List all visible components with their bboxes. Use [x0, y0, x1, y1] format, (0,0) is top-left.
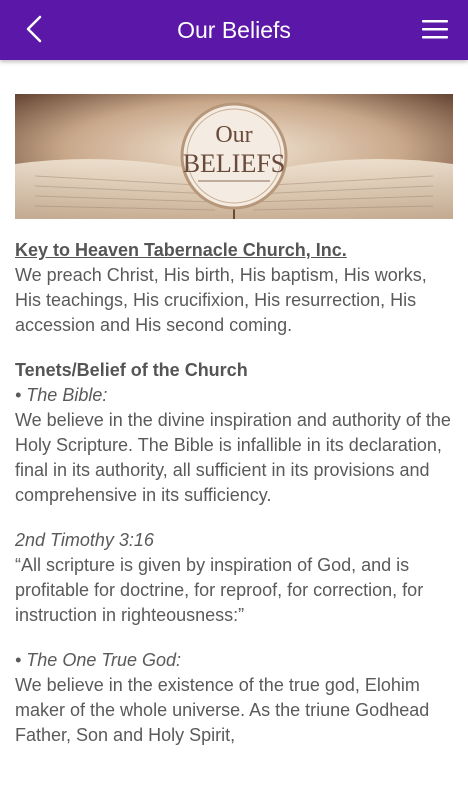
- app-header: Our Beliefs: [0, 0, 468, 60]
- scripture-reference: 2nd Timothy 3:16: [15, 530, 154, 550]
- tenet-title-bible: • The Bible:: [15, 385, 108, 405]
- back-button[interactable]: [22, 14, 46, 44]
- tenet-title-one-true-god: • The One True God:: [15, 650, 182, 670]
- beliefs-banner-image: Our BELIEFS: [15, 94, 453, 219]
- tenets-heading: Tenets/Belief of the Church: [15, 360, 248, 380]
- page-title: Our Beliefs: [177, 16, 291, 43]
- tenet-text-bible: We believe in the divine inspiration and…: [15, 410, 451, 505]
- chevron-left-icon: [26, 15, 42, 43]
- banner-logo-line2: BELIEFS: [183, 149, 286, 178]
- tenet-text-one-true-god: We believe in the existence of the true …: [15, 675, 430, 745]
- banner-logo-line1: Our: [215, 122, 252, 148]
- church-name-link[interactable]: Key to Heaven Tabernacle Church, Inc.: [15, 238, 455, 263]
- menu-button[interactable]: [422, 18, 448, 40]
- hamburger-menu-icon: [422, 20, 448, 39]
- scripture-text: “All scripture is given by inspiration o…: [15, 555, 424, 625]
- intro-paragraph: We preach Christ, His birth, His baptism…: [15, 265, 427, 335]
- beliefs-content: Key to Heaven Tabernacle Church, Inc. We…: [15, 238, 455, 748]
